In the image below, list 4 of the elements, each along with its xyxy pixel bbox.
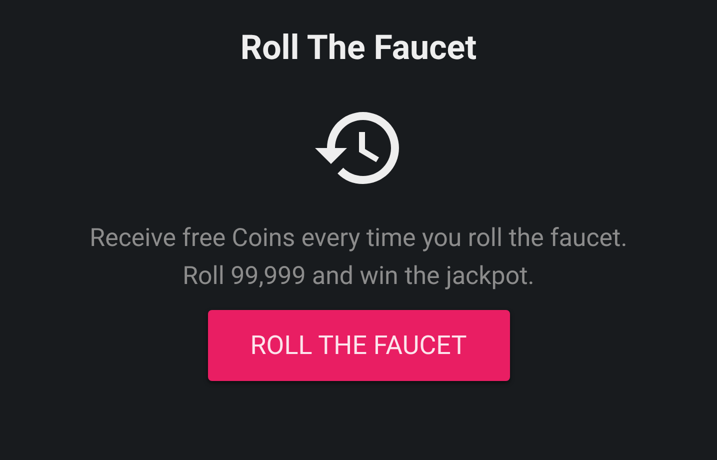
roll-button[interactable]: ROLL THE FAUCET [208,310,510,381]
page-title: Roll The Faucet [240,28,477,68]
description-text: Receive free Coins every time you roll the faucet. [90,224,628,254]
description-text: Roll 99,999 and win the jackpot. [182,262,534,292]
